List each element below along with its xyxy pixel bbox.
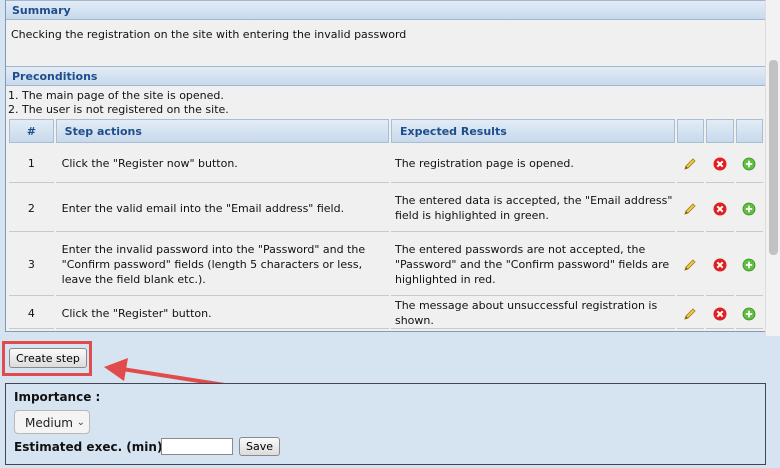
preconditions-body: 1. The main page of the site is opened. … bbox=[6, 86, 767, 117]
pencil-icon bbox=[683, 202, 697, 216]
edit-step-button[interactable] bbox=[676, 145, 705, 183]
step-number: 1 bbox=[9, 145, 54, 183]
delete-icon bbox=[713, 258, 727, 272]
step-expected: The message about unsuccessful registrat… bbox=[390, 298, 675, 329]
step-action: Click the "Register now" button. bbox=[55, 145, 389, 183]
precondition-line: 2. The user is not registered on the sit… bbox=[8, 103, 229, 116]
add-icon bbox=[742, 307, 756, 321]
pencil-icon bbox=[683, 258, 697, 272]
step-expected: The registration page is opened. bbox=[390, 145, 675, 183]
steps-table: # Step actions Expected Results 1 Click … bbox=[7, 117, 765, 331]
add-step-button[interactable] bbox=[735, 185, 763, 232]
estimated-exec-label: Estimated exec. (min) : bbox=[14, 440, 172, 454]
delete-icon bbox=[713, 157, 727, 171]
precondition-line: 1. The main page of the site is opened. bbox=[8, 89, 224, 102]
table-row: 2 Enter the valid email into the "Email … bbox=[9, 185, 763, 232]
add-icon bbox=[742, 258, 756, 272]
importance-select[interactable]: Medium ⌄ bbox=[14, 410, 90, 434]
step-expected: The entered passwords are not accepted, … bbox=[390, 234, 675, 296]
importance-panel: Importance : Medium ⌄ Estimated exec. (m… bbox=[5, 383, 766, 465]
table-row: 3 Enter the invalid password into the "P… bbox=[9, 234, 763, 296]
scrollbar-thumb[interactable] bbox=[769, 60, 778, 255]
delete-step-button[interactable] bbox=[706, 185, 734, 232]
importance-label: Importance : bbox=[14, 390, 101, 404]
highlight-box bbox=[2, 341, 92, 376]
delete-icon bbox=[713, 202, 727, 216]
delete-step-button[interactable] bbox=[706, 298, 734, 329]
steps-header-row: # Step actions Expected Results bbox=[9, 119, 763, 143]
summary-text: Checking the registration on the site wi… bbox=[6, 20, 767, 66]
step-number: 2 bbox=[9, 185, 54, 232]
step-number: 3 bbox=[9, 234, 54, 296]
col-edit bbox=[676, 119, 705, 143]
test-case-panel: Summary Checking the registration on the… bbox=[5, 0, 768, 332]
importance-selected-value: Medium bbox=[25, 416, 73, 430]
col-num: # bbox=[9, 119, 54, 143]
step-number: 4 bbox=[9, 298, 54, 329]
summary-header: Summary bbox=[6, 0, 767, 20]
delete-step-button[interactable] bbox=[706, 145, 734, 183]
add-icon bbox=[742, 157, 756, 171]
preconditions-header: Preconditions bbox=[6, 66, 767, 86]
step-expected: The entered data is accepted, the "Email… bbox=[390, 185, 675, 232]
add-step-button[interactable] bbox=[735, 145, 763, 183]
step-action: Enter the valid email into the "Email ad… bbox=[55, 185, 389, 232]
col-delete bbox=[706, 119, 734, 143]
add-step-button[interactable] bbox=[735, 298, 763, 329]
delete-icon bbox=[713, 307, 727, 321]
col-add bbox=[735, 119, 763, 143]
edit-step-button[interactable] bbox=[676, 185, 705, 232]
table-row: 4 Click the "Register" button. The messa… bbox=[9, 298, 763, 329]
edit-step-button[interactable] bbox=[676, 234, 705, 296]
estimated-exec-input[interactable] bbox=[161, 438, 233, 455]
pencil-icon bbox=[683, 307, 697, 321]
save-button[interactable]: Save bbox=[239, 437, 281, 456]
chevron-down-icon: ⌄ bbox=[76, 417, 85, 428]
col-step-actions: Step actions bbox=[55, 119, 389, 143]
col-expected-results: Expected Results bbox=[390, 119, 675, 143]
table-row: 1 Click the "Register now" button. The r… bbox=[9, 145, 763, 183]
add-icon bbox=[742, 202, 756, 216]
delete-step-button[interactable] bbox=[706, 234, 734, 296]
step-action: Enter the invalid password into the "Pas… bbox=[55, 234, 389, 296]
vertical-scrollbar[interactable] bbox=[765, 0, 780, 336]
pencil-icon bbox=[683, 157, 697, 171]
add-step-button[interactable] bbox=[735, 234, 763, 296]
edit-step-button[interactable] bbox=[676, 298, 705, 329]
step-action: Click the "Register" button. bbox=[55, 298, 389, 329]
